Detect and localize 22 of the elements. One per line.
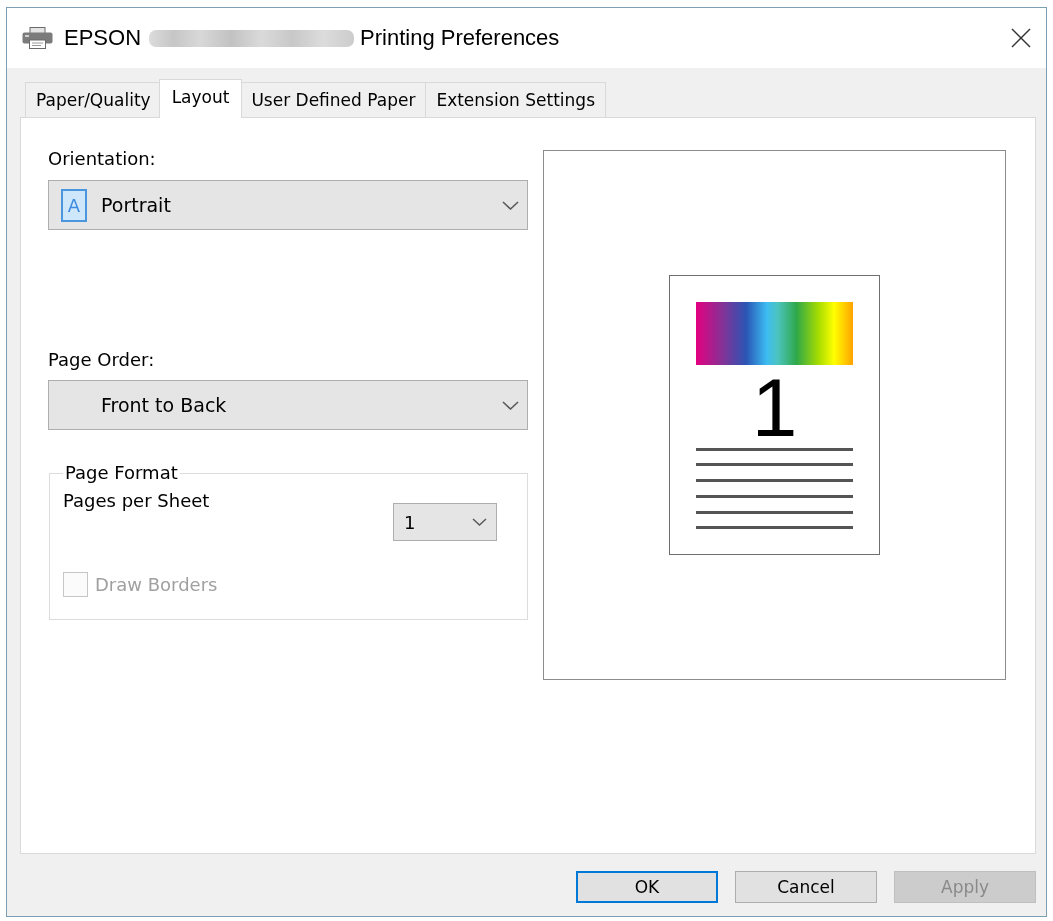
printer-icon — [22, 27, 53, 49]
dialog-button[interactable]: Cancel — [735, 871, 877, 903]
pages-per-sheet-label: Pages per Sheet — [63, 490, 210, 512]
chevron-icon — [472, 518, 487, 526]
pages-per-sheet-dropdown[interactable]: 1 — [393, 503, 497, 541]
dialog-button[interactable]: OK — [576, 871, 718, 903]
draw-borders-label: Draw Borders — [95, 573, 218, 596]
chevron-icon — [502, 400, 519, 410]
tab[interactable]: Layout — [158, 79, 243, 118]
tab[interactable]: Extension Settings — [425, 82, 606, 117]
page-order-dropdown[interactable]: Front to Back — [48, 380, 528, 430]
page-order-label: Page Order: — [48, 349, 155, 371]
chevron-icon — [502, 200, 519, 210]
tab[interactable]: Paper/Quality — [25, 82, 162, 117]
letter-icon: A — [61, 188, 87, 222]
close-icon — [1010, 28, 1031, 48]
group-title: Page Format — [64, 462, 179, 484]
window-title: EPSON — [64, 25, 142, 51]
orientation-dropdown[interactable]: A Portrait — [48, 180, 528, 230]
window-title: Printing Preferences — [360, 25, 560, 51]
page-number: 1 — [751, 367, 798, 448]
orientation-label: Orientation: — [48, 148, 156, 170]
